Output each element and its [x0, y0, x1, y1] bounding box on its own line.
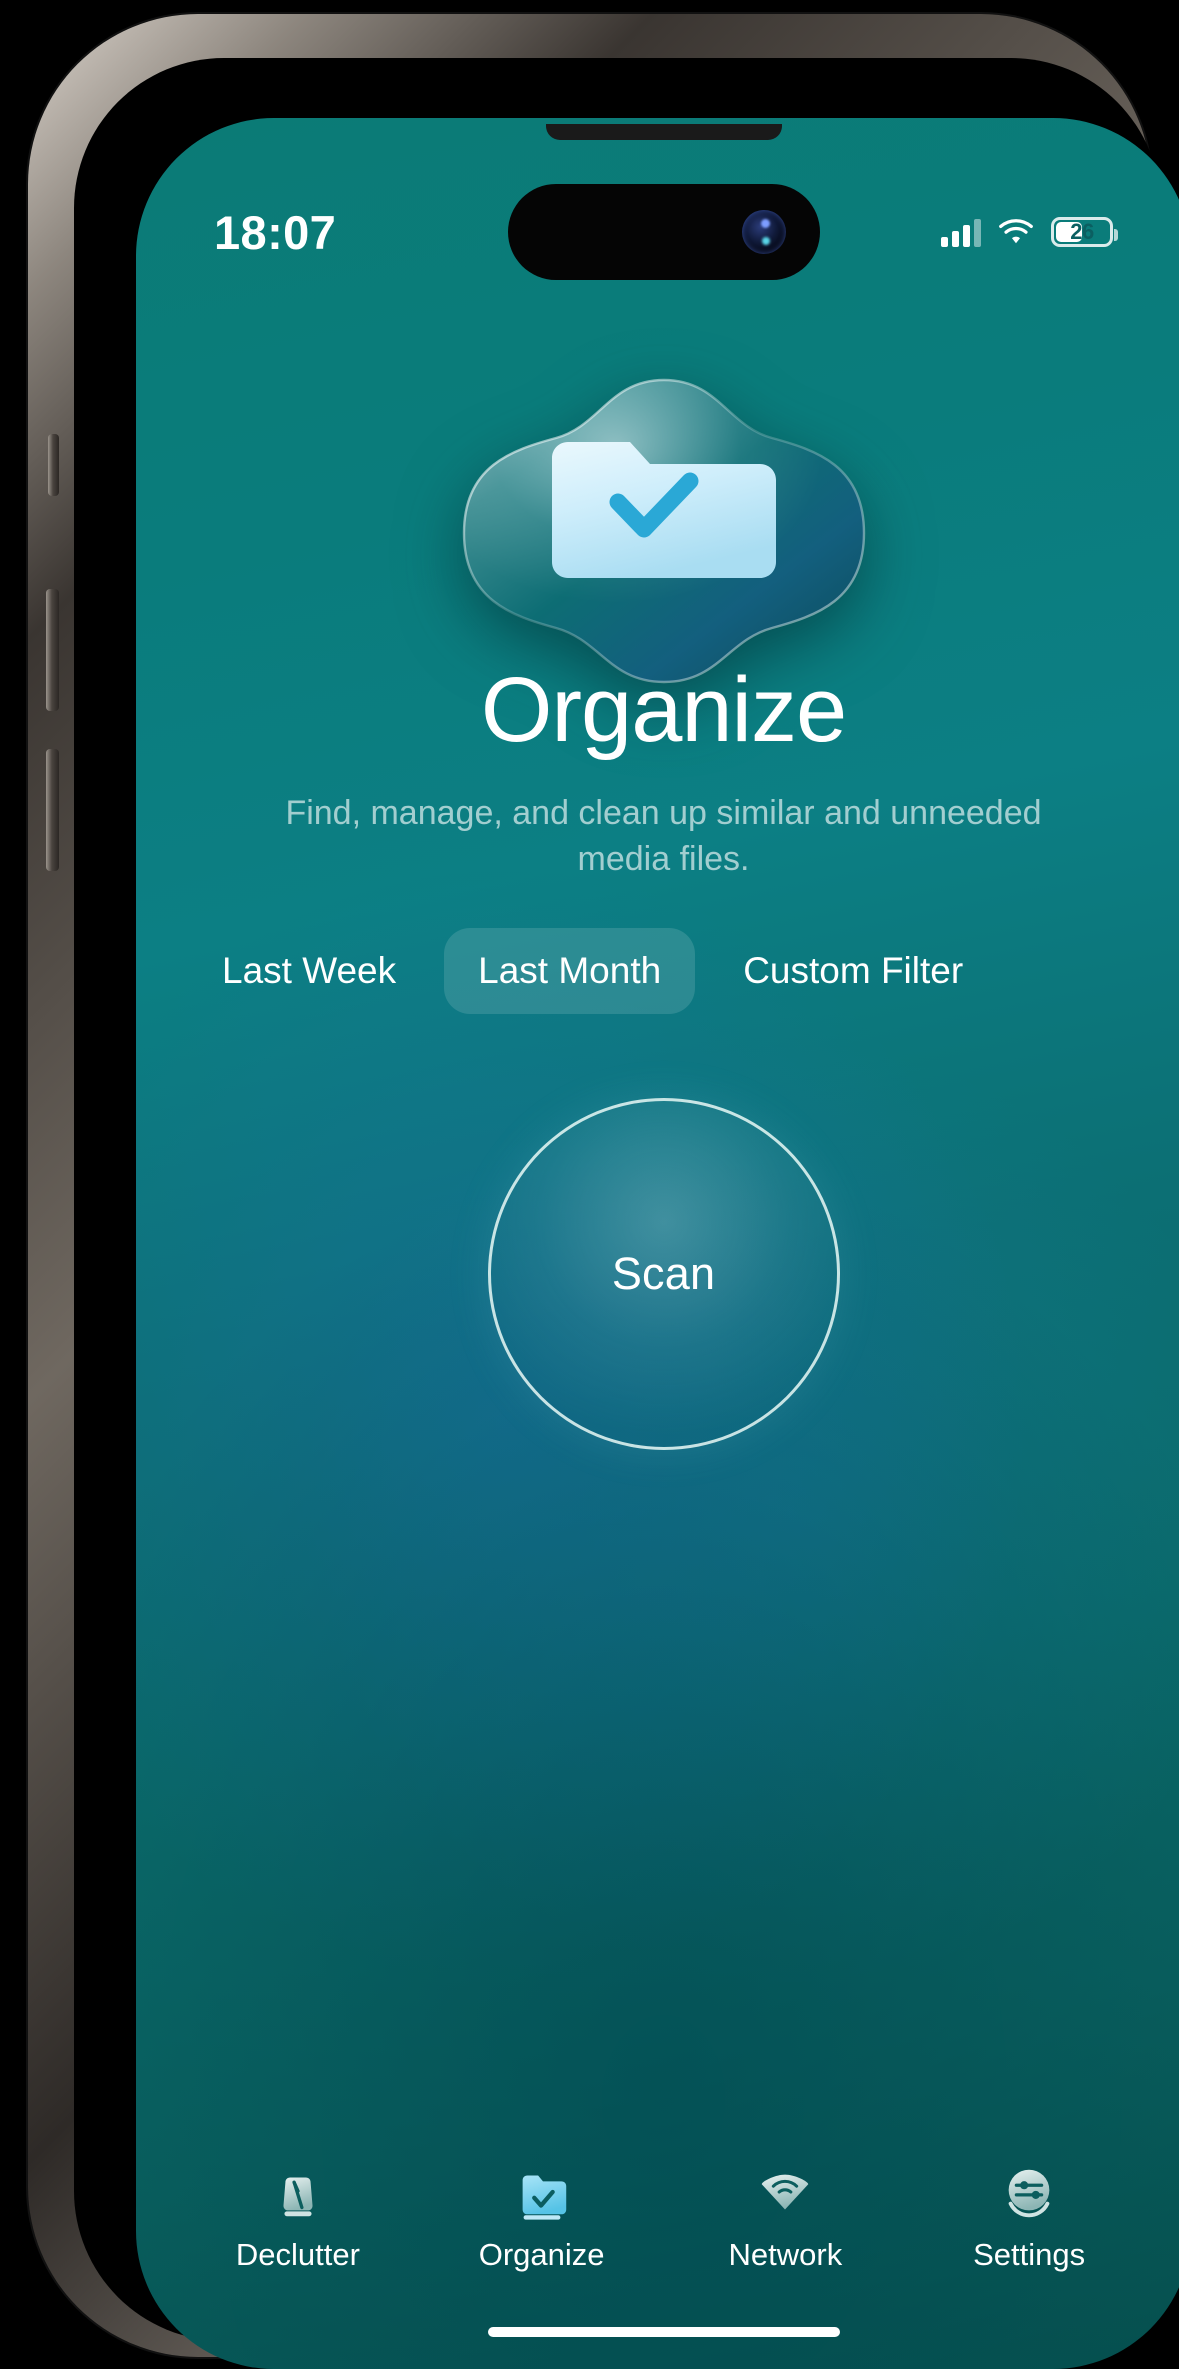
- scan-button[interactable]: Scan: [487, 1098, 840, 1450]
- tab-settings[interactable]: Settings: [907, 2161, 1151, 2273]
- page-subtitle: Find, manage, and clean up similar and u…: [285, 794, 1042, 878]
- sliders-circle-icon: [1008, 2169, 1050, 2218]
- wifi-signal-icon: [762, 2174, 809, 2210]
- tab-bar[interactable]: Declutter Organize Network Settings: [136, 2161, 1179, 2273]
- hero-illustration: [449, 366, 879, 696]
- filter-chip-last-month[interactable]: Last Month: [444, 928, 696, 1014]
- silence-switch[interactable]: [48, 434, 59, 496]
- tab-label-organize: Organize: [478, 2237, 605, 2272]
- screenshot-root: 18:07 26 Organize Find, manage, and clea…: [0, 0, 1179, 2369]
- filter-chip-last-week[interactable]: Last Week: [188, 928, 430, 1014]
- phone-bezel: 18:07 26 Organize Find, manage, and clea…: [74, 58, 1179, 2369]
- status-time: 18:07: [214, 205, 337, 259]
- tab-network[interactable]: Network: [664, 2161, 908, 2273]
- scan-button-area[interactable]: Scan: [487, 1098, 840, 1450]
- volume-down-button[interactable]: [46, 749, 59, 871]
- phone-screen: 18:07 26 Organize Find, manage, and clea…: [136, 118, 1179, 2369]
- wifi-icon: [999, 219, 1033, 244]
- scan-button-label: Scan: [611, 1248, 716, 1299]
- broom-icon: [283, 2177, 313, 2217]
- page-title: Organize: [480, 659, 847, 761]
- status-indicators: 26: [941, 217, 1118, 247]
- filter-chip-custom-filter[interactable]: Custom Filter: [709, 928, 997, 1014]
- tab-declutter[interactable]: Declutter: [176, 2161, 420, 2273]
- battery-icon: 26: [1051, 217, 1118, 247]
- folder-check-glyph: [551, 442, 776, 578]
- filter-chip-row[interactable]: Last Week Last Month Custom Filter: [136, 928, 1179, 1014]
- folder-check-icon: [522, 2175, 566, 2220]
- phone-frame: 18:07 26 Organize Find, manage, and clea…: [28, 14, 1179, 2369]
- battery-percent: 26: [1070, 219, 1094, 244]
- volume-up-button[interactable]: [46, 589, 59, 711]
- cellular-signal-icon: [941, 217, 981, 247]
- tab-label-network: Network: [728, 2237, 843, 2272]
- tab-label-settings: Settings: [973, 2237, 1086, 2272]
- front-camera-icon: [741, 210, 786, 254]
- tab-organize[interactable]: Organize: [420, 2161, 664, 2273]
- home-indicator[interactable]: [487, 2327, 840, 2337]
- earpiece-speaker: [545, 124, 782, 140]
- tab-label-declutter: Declutter: [235, 2237, 360, 2272]
- dynamic-island[interactable]: [507, 184, 820, 280]
